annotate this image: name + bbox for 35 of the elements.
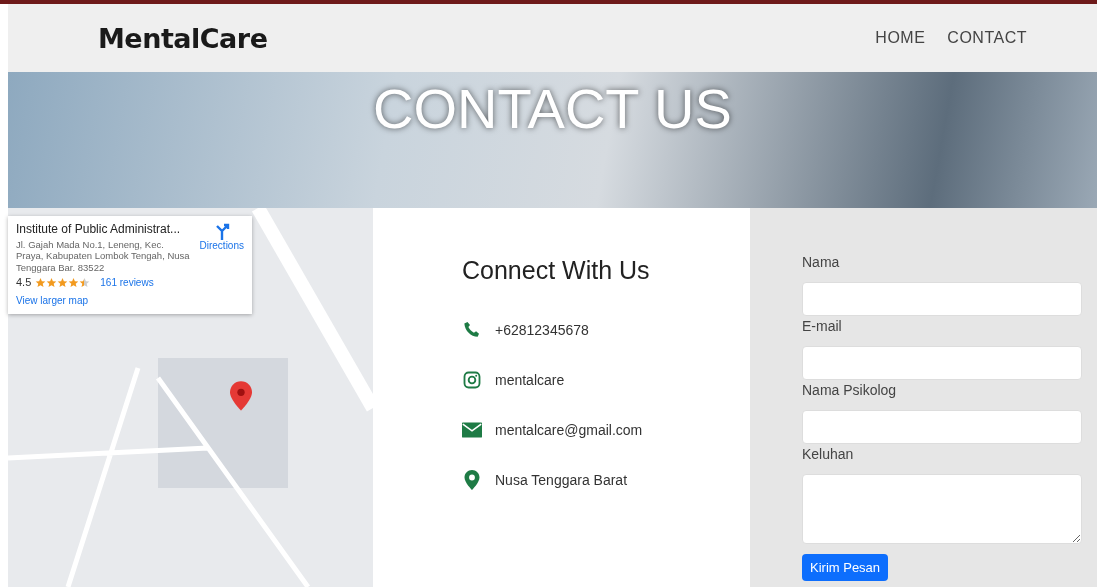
field-label: Nama (802, 254, 841, 272)
input-field[interactable] (802, 410, 1082, 444)
complaint-textarea[interactable] (802, 474, 1082, 544)
input-field[interactable] (802, 346, 1082, 380)
star-icon (35, 276, 47, 288)
rating-value: 4.5 (16, 276, 32, 289)
star-icon (46, 276, 58, 288)
map-pin-icon (230, 380, 252, 412)
directions-link[interactable]: Directions (199, 222, 244, 274)
nav-link[interactable]: HOME (875, 29, 926, 47)
place-address: Jl. Gajah Mada No.1, Leneng, Kec. Praya, Kabupaten Lombok Tengah, Nusa Tenggara Bar. 83522 (16, 239, 191, 274)
field-label: E-mail (802, 318, 843, 336)
star-icon (68, 276, 80, 288)
brand-logo[interactable]: MentalCare (98, 22, 268, 54)
envelope-icon (462, 420, 482, 440)
send-button[interactable]: Kirim Pesan (802, 554, 889, 581)
field-label: Keluhan (802, 446, 855, 464)
instagram-icon (462, 370, 482, 390)
contact-text: mentalcare (495, 372, 565, 388)
field-label: Nama Psikolog (802, 382, 898, 400)
contact-text: mentalcare@gmail.com (495, 422, 643, 438)
input-field[interactable] (802, 282, 1082, 316)
section-heading: Connect With Us (462, 256, 651, 285)
directions-icon (213, 222, 230, 240)
phone-icon (462, 320, 482, 340)
hero-title: CONTACT US (373, 76, 732, 141)
location-pin-icon (462, 470, 482, 490)
star-icon (79, 276, 91, 288)
star-icon (57, 276, 69, 288)
nav-link[interactable]: CONTACT (947, 29, 1027, 47)
view-larger-map-link[interactable]: View larger map (16, 295, 244, 307)
place-name: Institute of Public Administrat... (16, 222, 182, 236)
contact-text: +62812345678 (495, 322, 589, 338)
reviews-link[interactable]: 161 reviews (100, 276, 154, 288)
contact-text: Nusa Tenggara Barat (495, 472, 628, 488)
